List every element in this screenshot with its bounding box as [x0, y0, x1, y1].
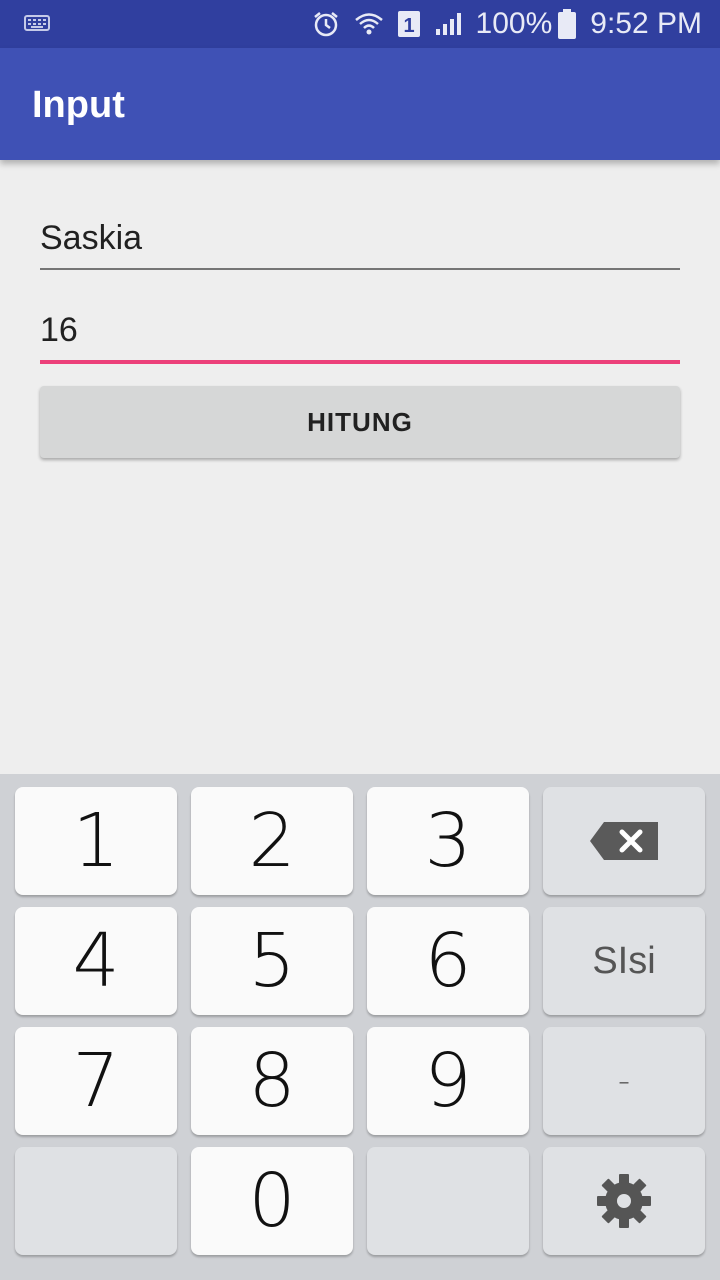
settings-key[interactable]	[543, 1147, 705, 1255]
battery-percent: 100%	[475, 7, 553, 40]
signal-icon	[434, 11, 462, 37]
settings-gear-icon	[597, 1174, 651, 1228]
dash-key[interactable]: -	[543, 1027, 705, 1135]
key-6[interactable]: 6	[367, 907, 529, 1015]
keyboard-icon	[24, 15, 50, 31]
key-8[interactable]: 8	[191, 1027, 353, 1135]
battery-icon	[558, 9, 577, 39]
key-5[interactable]: 5	[191, 907, 353, 1015]
key-0[interactable]: 0	[191, 1147, 353, 1255]
backspace-key[interactable]	[543, 787, 705, 895]
key-4[interactable]: 4	[15, 907, 177, 1015]
siisi-key[interactable]: SIsi	[543, 907, 705, 1015]
hitung-button[interactable]: HITUNG	[40, 386, 680, 458]
key-9[interactable]: 9	[367, 1027, 529, 1135]
backspace-icon	[590, 822, 658, 860]
numeric-keyboard: 1 2 3 4 5 6 SIsi 7 8 9 - 0	[0, 774, 720, 1280]
sim-icon: 1	[397, 10, 420, 38]
page-title: Input	[32, 84, 125, 126]
age-input[interactable]: 16	[40, 300, 680, 364]
svg-text:1: 1	[403, 15, 414, 37]
clock: 9:52 PM	[590, 7, 702, 40]
key-7[interactable]: 7	[15, 1027, 177, 1135]
blank-key-right[interactable]	[367, 1147, 529, 1255]
dash-label: -	[617, 1061, 631, 1101]
status-bar: 1 100% 9:52 PM	[0, 0, 720, 48]
name-input[interactable]: Saskia	[40, 208, 680, 270]
wifi-icon	[354, 10, 384, 38]
key-2[interactable]: 2	[191, 787, 353, 895]
blank-key-left[interactable]	[15, 1147, 177, 1255]
app-bar: Input	[0, 48, 720, 160]
alarm-icon	[312, 10, 340, 38]
key-3[interactable]: 3	[367, 787, 529, 895]
key-1[interactable]: 1	[15, 787, 177, 895]
siisi-label: SIsi	[592, 939, 656, 982]
